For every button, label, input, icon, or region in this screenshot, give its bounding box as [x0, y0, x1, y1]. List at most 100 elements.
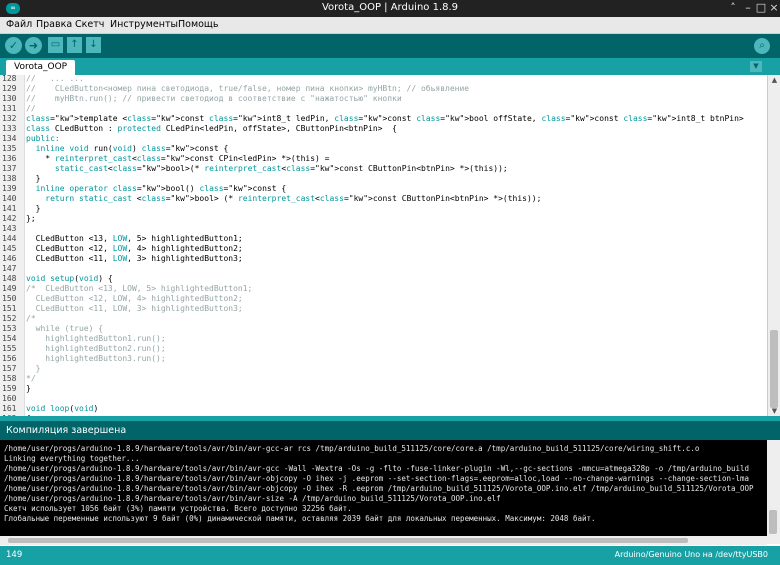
code-line[interactable]: 148 void setup(void) {: [0, 274, 767, 284]
line-number: 131: [2, 104, 17, 113]
line-number: 153: [2, 324, 17, 333]
console-hscroll-thumb[interactable]: [8, 538, 688, 543]
code-line[interactable]: 146 CLedButton <11, LOW, 3> highlightedB…: [0, 254, 767, 264]
code-text: }: [26, 174, 41, 183]
code-line[interactable]: 133 class CLedButton : protected CLedPin<…: [0, 124, 767, 134]
tab-vorota-oop[interactable]: Vorota_OOP: [6, 60, 76, 75]
line-number: 155: [2, 344, 17, 353]
editor-vertical-scrollbar[interactable]: ▲ ▼: [767, 75, 780, 416]
console-line: /home/user/progs/arduino-1.8.9/hardware/…: [4, 494, 501, 503]
code-text: CLedButton <13, LOW, 5> highlightedButto…: [26, 234, 243, 243]
code-line[interactable]: 151 CLedButton <11, LOW, 3> highlightedB…: [0, 304, 767, 314]
console-horizontal-scrollbar[interactable]: [0, 536, 767, 545]
code-line[interactable]: 155 highlightedButton2.run();: [0, 344, 767, 354]
line-number: 149: [2, 284, 17, 293]
code-text: /*: [26, 314, 36, 323]
console-output[interactable]: /home/user/progs/arduino-1.8.9/hardware/…: [0, 440, 767, 544]
code-line[interactable]: 142};: [0, 214, 767, 224]
open-sketch-button[interactable]: ↑: [67, 37, 82, 53]
line-number: 139: [2, 184, 17, 193]
code-text: class="kw">template <class="kw">const cl…: [26, 114, 744, 123]
code-text: CLedButton <11, LOW, 3> highlightedButto…: [26, 254, 243, 263]
code-text: * reinterpret_cast<class="kw">const CPin…: [26, 154, 330, 163]
menu-tools[interactable]: Инструменты: [110, 19, 178, 30]
code-line[interactable]: 143: [0, 224, 767, 234]
code-text: inline void run(void) class="kw">const {: [35, 144, 229, 153]
code-text: highlightedButton1.run();: [26, 334, 166, 343]
line-number: 142: [2, 214, 17, 223]
code-line[interactable]: 145 CLedButton <12, LOW, 4> highlightedB…: [0, 244, 767, 254]
console-line: /home/user/progs/arduino-1.8.9/hardware/…: [4, 464, 750, 473]
code-line[interactable]: 160: [0, 394, 767, 404]
code-text: // myHBtn.run(); // привести светодиод в…: [26, 94, 402, 103]
window-maximize-button[interactable]: □: [754, 1, 768, 15]
code-text: CLedButton <12, LOW, 4> highlightedButto…: [26, 294, 243, 303]
code-line[interactable]: 147: [0, 264, 767, 274]
menu-file[interactable]: Файл: [6, 19, 32, 30]
window-minimize-button[interactable]: –: [741, 1, 755, 15]
code-line[interactable]: 140 return static_cast <class="kw">bool>…: [0, 194, 767, 204]
code-line[interactable]: 136 * reinterpret_cast<class="kw">const …: [0, 154, 767, 164]
tab-bar: Vorota_OOP ▼: [0, 58, 780, 75]
verify-button[interactable]: ✓: [5, 37, 22, 54]
line-number: 154: [2, 334, 17, 343]
code-line[interactable]: 161 void loop(void): [0, 404, 767, 414]
code-line[interactable]: 137 static_cast<class="kw">bool>(* reint…: [0, 164, 767, 174]
code-line[interactable]: 129 // CLedButton<номер пина светодиода, …: [0, 84, 767, 94]
code-text: static_cast<class="kw">bool>(* reinterpr…: [54, 164, 508, 173]
upload-button[interactable]: ➜: [25, 37, 42, 54]
code-line[interactable]: 149 /* CLedButton <13, LOW, 5> highlighte…: [0, 284, 767, 294]
code-text: };: [26, 214, 36, 223]
code-text: // ... ...: [26, 75, 84, 83]
code-line[interactable]: 159}: [0, 384, 767, 394]
console-vertical-scrollbar[interactable]: [767, 440, 780, 544]
code-line[interactable]: 158 */: [0, 374, 767, 384]
code-line[interactable]: 131 //: [0, 104, 767, 114]
line-number: 161: [2, 404, 17, 413]
bottom-status-bar: 149 Arduino/Genuino Uno на /dev/ttyUSB0: [0, 546, 780, 565]
code-line[interactable]: 130 // myHBtn.run(); // привести светодио…: [0, 94, 767, 104]
code-line[interactable]: 157 }: [0, 364, 767, 374]
code-text: CLedButton <11, LOW, 3> highlightedButto…: [26, 304, 243, 313]
menu-edit[interactable]: Правка: [36, 19, 72, 30]
code-line[interactable]: 141 }: [0, 204, 767, 214]
code-line[interactable]: 135 inline void run(void) class="kw">con…: [0, 144, 767, 154]
line-number: 135: [2, 144, 17, 153]
line-number: 152: [2, 314, 17, 323]
line-number: 148: [2, 274, 17, 283]
menu-help[interactable]: Помощь: [178, 19, 218, 30]
code-line[interactable]: 152 /*: [0, 314, 767, 324]
save-sketch-button[interactable]: ↓: [86, 37, 101, 53]
code-line[interactable]: 128 // ... ...: [0, 75, 767, 84]
code-line[interactable]: 153 while (true) {: [0, 324, 767, 334]
line-number: 143: [2, 224, 17, 233]
new-sketch-button[interactable]: ▭: [48, 37, 63, 53]
scroll-up-icon[interactable]: ▲: [768, 75, 780, 85]
window-keep-above-button[interactable]: ˄: [726, 1, 740, 15]
scroll-down-icon[interactable]: ▼: [768, 406, 780, 416]
line-number: 137: [2, 164, 17, 173]
code-line[interactable]: 150 CLedButton <12, LOW, 4> highlightedB…: [0, 294, 767, 304]
code-line[interactable]: 156 highlightedButton3.run();: [0, 354, 767, 364]
editor-scroll-thumb[interactable]: [770, 330, 778, 408]
line-number: 156: [2, 354, 17, 363]
code-editor[interactable]: 128 // ... ... 129 // CLedButton<номер пина…: [0, 75, 767, 416]
code-line[interactable]: 154 highlightedButton1.run();: [0, 334, 767, 344]
line-number: 159: [2, 384, 17, 393]
status-bar: Компиляция завершена: [0, 421, 780, 440]
board-port-label: Arduino/Genuino Uno на /dev/ttyUSB0: [614, 550, 768, 559]
tab-menu-dropdown-icon[interactable]: ▼: [750, 61, 762, 72]
menu-sketch[interactable]: Скетч: [75, 19, 104, 30]
code-line[interactable]: 132 class="kw">template <class="kw">const…: [0, 114, 767, 124]
code-text: void setup(void) {: [26, 274, 113, 283]
console-scroll-thumb[interactable]: [769, 510, 777, 534]
code-line[interactable]: 134 public:: [0, 134, 767, 144]
code-line[interactable]: 139 inline operator class="kw">bool() cl…: [0, 184, 767, 194]
line-number: 140: [2, 194, 17, 203]
line-number: 141: [2, 204, 17, 213]
serial-monitor-button[interactable]: ⌕: [754, 38, 770, 54]
code-line[interactable]: 144 CLedButton <13, LOW, 5> highlightedB…: [0, 234, 767, 244]
line-number: 130: [2, 94, 17, 103]
window-close-button[interactable]: ×: [767, 1, 780, 15]
code-line[interactable]: 138 }: [0, 174, 767, 184]
